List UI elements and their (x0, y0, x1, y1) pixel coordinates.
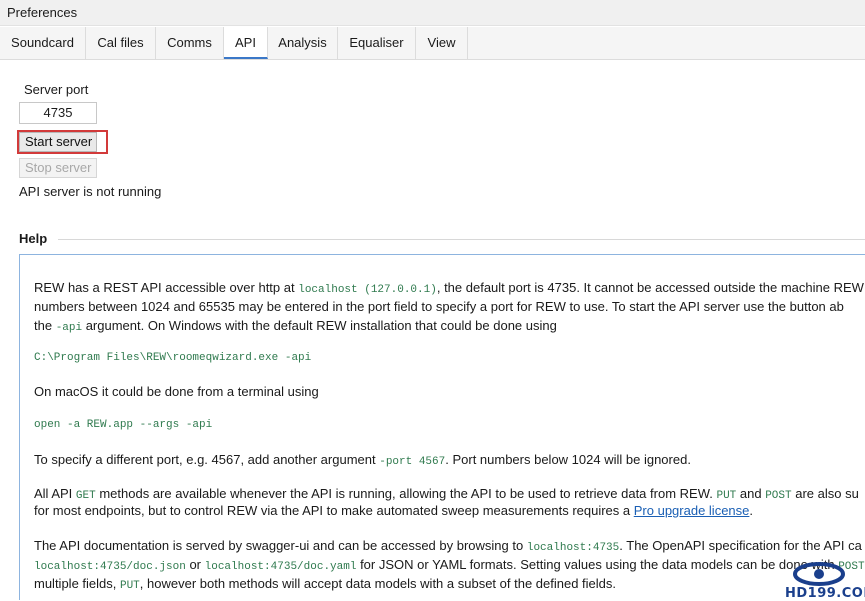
server-status: API server is not running (19, 184, 162, 199)
help-text-area[interactable]: REW has a REST API accessible over http … (19, 254, 865, 600)
stop-server-button[interactable]: Stop server (19, 158, 97, 178)
title-bar: Preferences (0, 0, 865, 26)
server-port-input[interactable]: 4735 (19, 102, 97, 124)
tab-bar: Soundcard Cal files Comms API Analysis E… (0, 27, 865, 60)
watermark: HD199.COM (779, 560, 865, 601)
inline-code: localhost (127.0.0.1) (298, 284, 437, 296)
help-paragraph-1-line-3: the -api argument. On Windows with the d… (34, 318, 557, 334)
window-title: Preferences (7, 5, 78, 20)
tab-comms[interactable]: Comms (156, 27, 224, 59)
help-paragraph-1-line-2: numbers between 1024 and 65535 may be en… (34, 299, 844, 314)
code-mac-command: open -a REW.app --args -api (34, 419, 213, 431)
tab-cal-files[interactable]: Cal files (86, 27, 156, 59)
help-heading: Help (19, 231, 48, 246)
help-paragraph-5-line-3: multiple fields, PUT, however both metho… (34, 576, 617, 592)
code-windows-command: C:\Program Files\REW\roomeqwizard.exe -a… (34, 352, 312, 364)
inline-code: -api (55, 322, 83, 334)
server-port-label: Server port (24, 82, 89, 97)
help-paragraph-4-line-2: for most endpoints, but to control REW v… (34, 503, 754, 518)
help-divider (58, 239, 865, 240)
tab-view[interactable]: View (416, 27, 468, 59)
tab-soundcard[interactable]: Soundcard (0, 27, 86, 59)
eye-logo-icon (793, 562, 845, 586)
tab-analysis[interactable]: Analysis (268, 27, 338, 59)
tab-api[interactable]: API (224, 27, 268, 59)
help-paragraph-3: To specify a different port, e.g. 4567, … (34, 452, 691, 468)
start-server-button[interactable]: Start server (19, 132, 97, 152)
tab-equaliser[interactable]: Equaliser (338, 27, 416, 59)
watermark-text: HD199.COM (785, 586, 865, 601)
pro-upgrade-license-link[interactable]: Pro upgrade license (634, 503, 750, 518)
help-paragraph-2: On macOS it could be done from a termina… (34, 384, 319, 399)
inline-code: -port 4567 (379, 456, 446, 468)
